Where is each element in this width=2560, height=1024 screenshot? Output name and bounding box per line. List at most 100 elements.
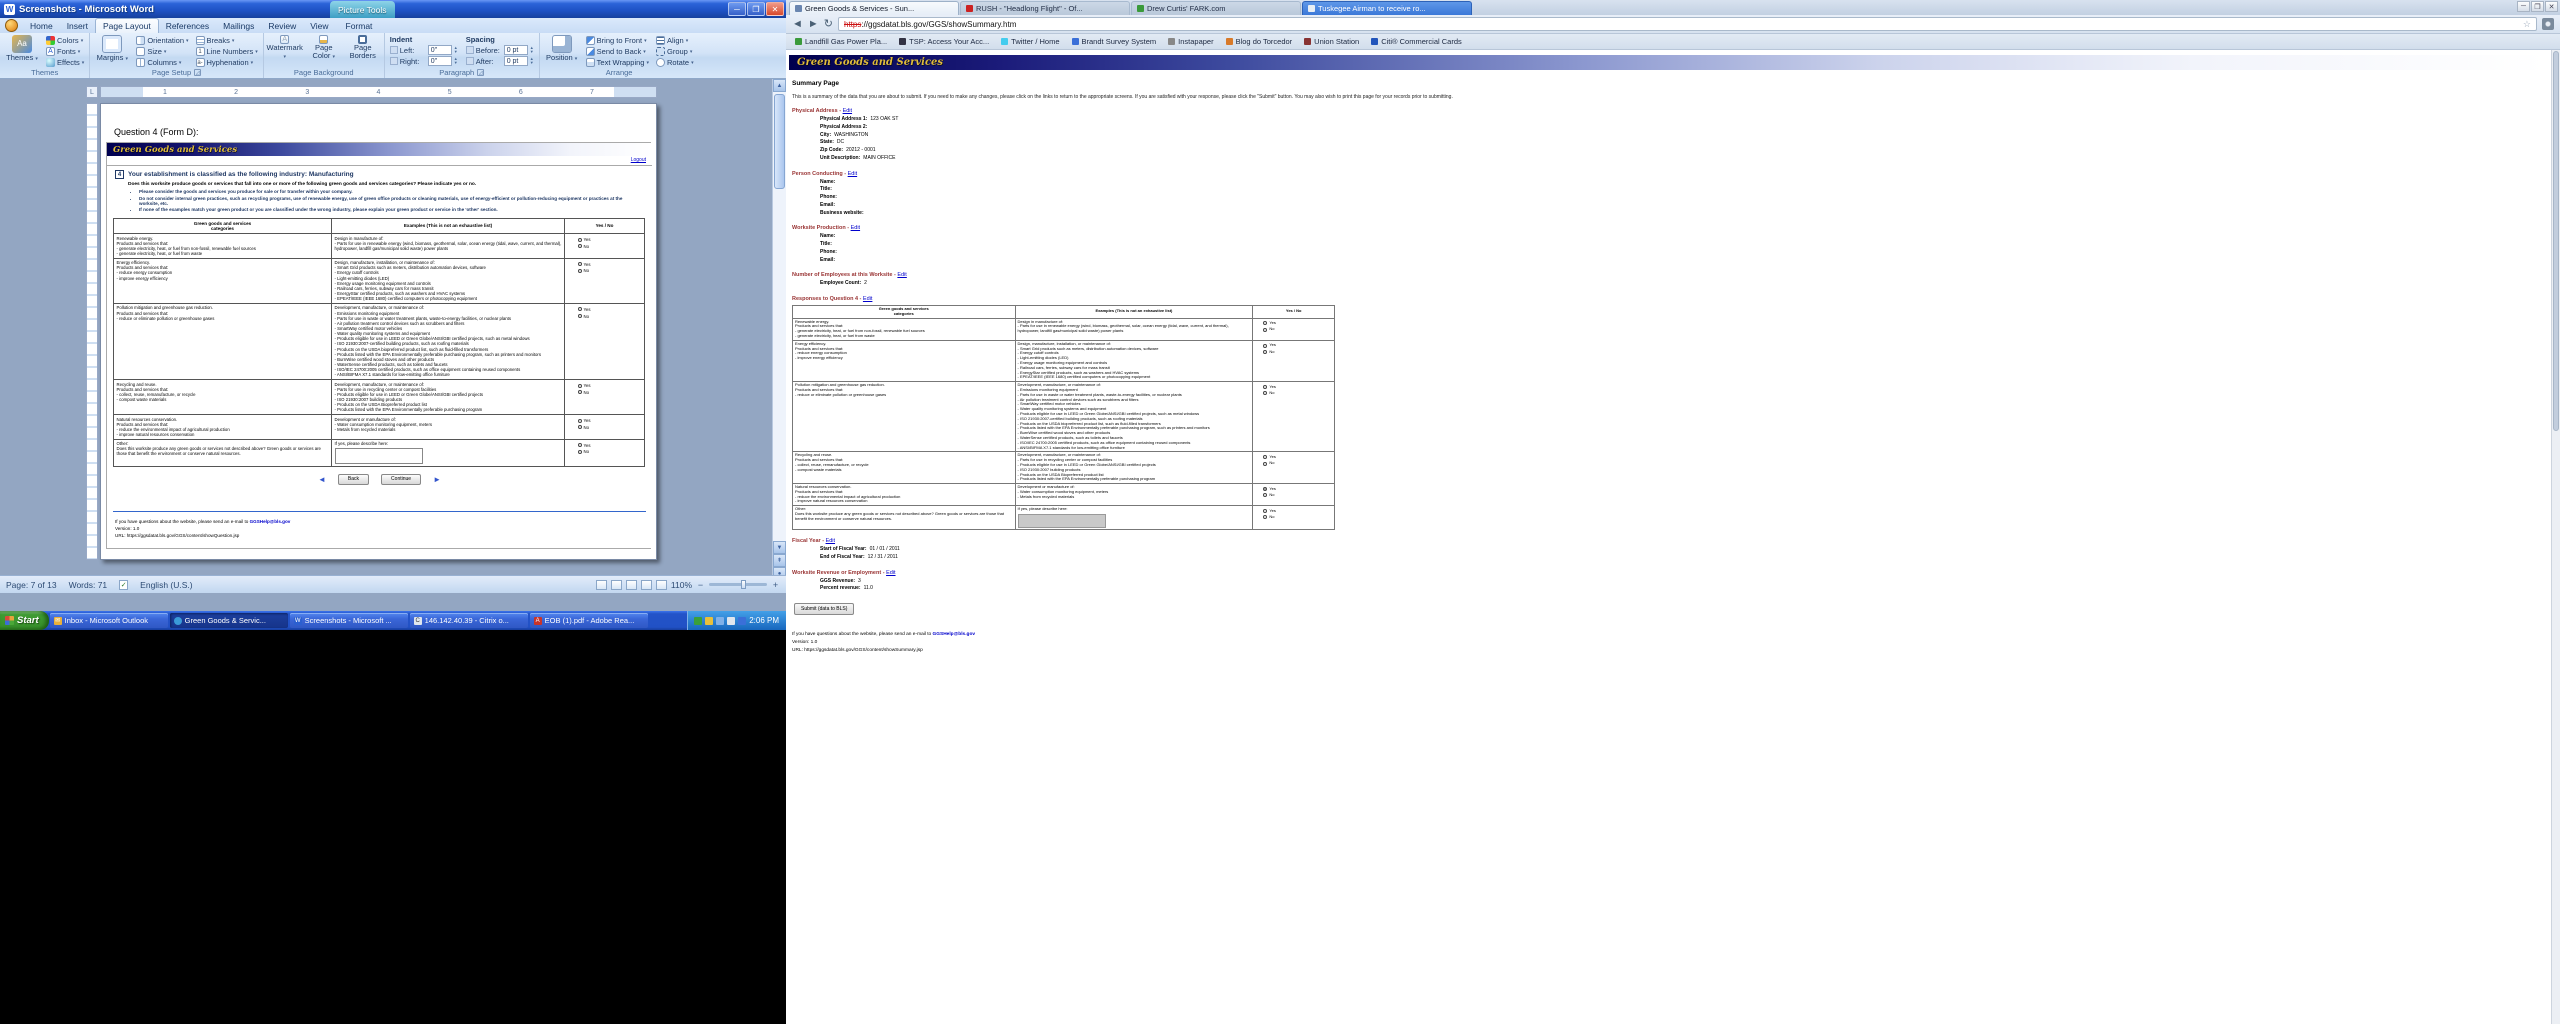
radio-no[interactable]: [1263, 493, 1267, 497]
indent-right-spinner[interactable]: ▲▼: [454, 57, 458, 65]
radio-yes[interactable]: [578, 262, 582, 266]
scroll-up-arrow[interactable]: ▲: [773, 79, 786, 92]
edit-responses-link[interactable]: Edit: [863, 296, 872, 302]
edit-employees-link[interactable]: Edit: [897, 272, 906, 278]
theme-effects-button[interactable]: Effects▾: [44, 57, 86, 68]
proofing-icon[interactable]: ✓: [119, 580, 128, 590]
radio-yes[interactable]: [1263, 509, 1267, 513]
office-button[interactable]: [5, 19, 18, 32]
text-wrapping-button[interactable]: Text Wrapping▾: [584, 57, 651, 68]
radio-yes[interactable]: [578, 307, 582, 311]
browser-minimize-button[interactable]: ─: [2517, 1, 2530, 12]
status-words[interactable]: Words: 71: [69, 580, 108, 590]
spacing-after-spinner[interactable]: ▲▼: [530, 57, 534, 65]
radio-yes[interactable]: [1263, 321, 1267, 325]
radio-yes[interactable]: [1263, 385, 1267, 389]
web-layout-view-button[interactable]: [626, 580, 637, 590]
print-layout-view-button[interactable]: [596, 580, 607, 590]
horizontal-ruler[interactable]: 1234567: [100, 86, 657, 98]
radio-no[interactable]: [578, 269, 582, 273]
browser-vertical-scrollbar[interactable]: [2551, 50, 2560, 1024]
document-page[interactable]: Question 4 (Form D): Green Goods and Ser…: [100, 103, 657, 560]
word-vertical-scrollbar[interactable]: ▲ ▼ ⇞ ● ⇟: [772, 79, 786, 593]
volume-icon[interactable]: [727, 617, 735, 625]
bookmark-brandt[interactable]: Brandt Survey System: [1072, 37, 1157, 46]
zoom-slider-thumb[interactable]: [741, 580, 746, 589]
spacing-after-input[interactable]: 0 pt: [504, 56, 528, 66]
radio-no[interactable]: [578, 450, 582, 454]
bookmark-union-station[interactable]: Union Station: [1304, 37, 1359, 46]
bookmark-landfill[interactable]: Landfill Gas Power Pla...: [795, 37, 887, 46]
align-button[interactable]: Align▾: [654, 35, 696, 46]
submit-button[interactable]: Submit (data to BLS): [794, 603, 854, 615]
edit-revenue-link[interactable]: Edit: [886, 570, 895, 576]
wrench-menu-icon[interactable]: [2542, 18, 2554, 30]
bookmark-blog[interactable]: Blog do Torcedor: [1226, 37, 1293, 46]
radio-yes[interactable]: [578, 419, 582, 423]
tab-review[interactable]: Review: [261, 19, 303, 33]
indent-left-input[interactable]: 0": [428, 45, 452, 55]
describe-textarea[interactable]: [1018, 514, 1106, 528]
zoom-out-button[interactable]: −: [696, 580, 705, 590]
radio-yes[interactable]: [1263, 455, 1267, 459]
radio-yes[interactable]: [1263, 487, 1267, 491]
browser-tab-news[interactable]: Tuskegee Airman to receive ro...: [1302, 1, 1472, 15]
draft-view-button[interactable]: [656, 580, 667, 590]
hyphenation-button[interactable]: a-Hyphenation▾: [194, 57, 260, 68]
tab-references[interactable]: References: [159, 19, 216, 33]
taskbar-item-word[interactable]: W Screenshots - Microsoft ...: [290, 613, 408, 628]
theme-fonts-button[interactable]: AFonts▾: [44, 46, 86, 57]
radio-no[interactable]: [1263, 462, 1267, 466]
radio-no[interactable]: [578, 314, 582, 318]
line-numbers-button[interactable]: 1Line Numbers▾: [194, 46, 260, 57]
position-button[interactable]: Position ▾: [543, 34, 581, 62]
taskbar-item-outlook[interactable]: ✉ Inbox - Microsoft Outlook: [50, 613, 168, 628]
outline-view-button[interactable]: [641, 580, 652, 590]
forward-nav-button[interactable]: ►: [808, 19, 819, 30]
radio-no[interactable]: [578, 390, 582, 394]
status-page[interactable]: Page: 7 of 13: [6, 580, 57, 590]
taskbar-item-citrix[interactable]: C 146.142.40.39 - Citrix o...: [410, 613, 528, 628]
bookmark-citi[interactable]: Citi® Commercial Cards: [1371, 37, 1462, 46]
zoom-in-button[interactable]: +: [771, 580, 780, 590]
describe-textarea[interactable]: [335, 448, 423, 464]
indent-right-input[interactable]: 0": [428, 56, 452, 66]
scroll-down-arrow[interactable]: ▼: [773, 541, 786, 554]
margins-button[interactable]: Margins ▾: [93, 34, 131, 62]
bring-to-front-button[interactable]: Bring to Front▾: [584, 35, 651, 46]
radio-no[interactable]: [1263, 391, 1267, 395]
continue-button[interactable]: Continue: [381, 474, 421, 485]
browser-maximize-button[interactable]: ❐: [2531, 1, 2544, 12]
tab-page-layout[interactable]: Page Layout: [95, 18, 159, 33]
browser-tab-ggs[interactable]: Green Goods & Services - Sun...: [789, 1, 959, 15]
page-color-button[interactable]: Page Color ▾: [306, 34, 342, 60]
scroll-thumb[interactable]: [774, 94, 785, 189]
previous-page-button[interactable]: ⇞: [773, 554, 786, 567]
clock[interactable]: 2:06 PM: [749, 616, 779, 625]
bookmark-tsp[interactable]: TSP: Access Your Acc...: [899, 37, 989, 46]
bookmark-instapaper[interactable]: Instapaper: [1168, 37, 1213, 46]
full-screen-view-button[interactable]: [611, 580, 622, 590]
logout-link[interactable]: Logout: [631, 157, 646, 163]
status-language[interactable]: English (U.S.): [140, 580, 192, 590]
tab-mailings[interactable]: Mailings: [216, 19, 261, 33]
radio-no[interactable]: [578, 244, 582, 248]
radio-no[interactable]: [1263, 515, 1267, 519]
browser-tab-youtube[interactable]: RUSH - "Headlong Flight" - Of...: [960, 1, 1130, 15]
rotate-button[interactable]: Rotate▾: [654, 57, 696, 68]
update-icon[interactable]: [705, 617, 713, 625]
group-button[interactable]: Group▾: [654, 46, 696, 57]
help-email-link[interactable]: GGSHelp@bls.gov: [250, 519, 291, 524]
messenger-icon[interactable]: [738, 617, 746, 625]
tab-view[interactable]: View: [303, 19, 335, 33]
indent-left-spinner[interactable]: ▲▼: [454, 46, 458, 54]
breaks-button[interactable]: Breaks▾: [194, 35, 260, 46]
radio-no[interactable]: [1263, 328, 1267, 332]
radio-yes[interactable]: [578, 443, 582, 447]
edit-person-link[interactable]: Edit: [848, 171, 857, 177]
columns-button[interactable]: Columns▾: [134, 57, 190, 68]
taskbar-item-browser[interactable]: Green Goods & Servic...: [170, 613, 288, 628]
radio-yes[interactable]: [578, 238, 582, 242]
watermark-button[interactable]: A Watermark ▾: [267, 34, 303, 60]
tab-stop-selector[interactable]: L: [86, 86, 98, 98]
